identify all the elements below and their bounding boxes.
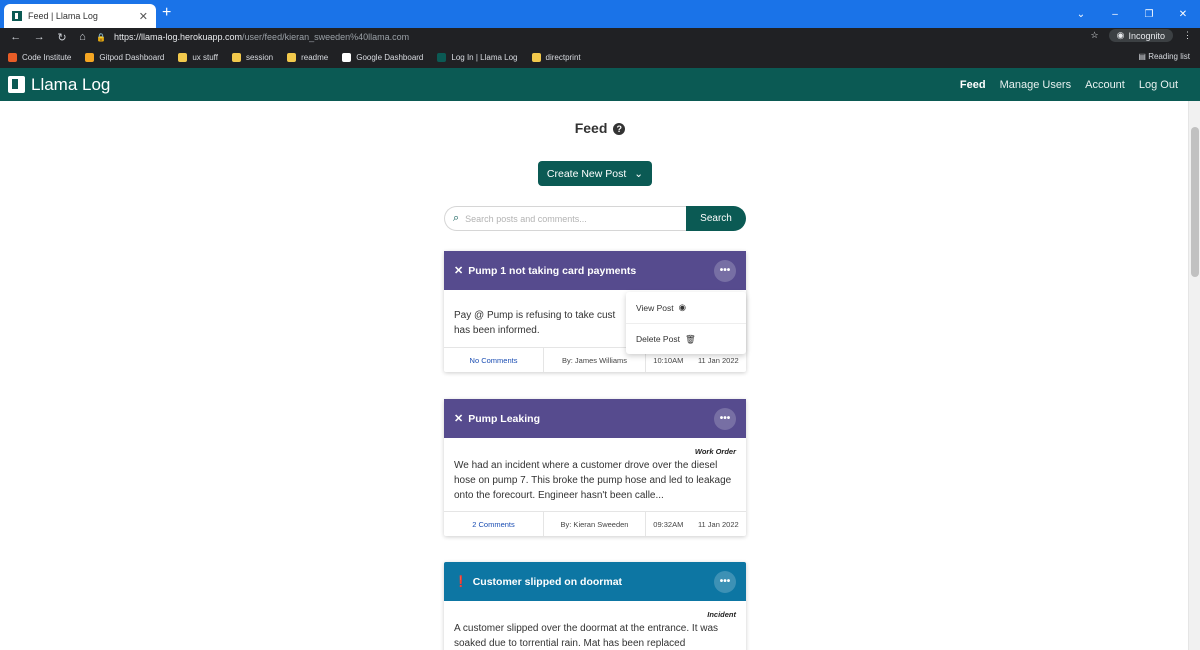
nav-logout[interactable]: Log Out	[1139, 79, 1178, 91]
window-controls: ⌄ – ❐ ✕	[1064, 0, 1200, 28]
forward-icon[interactable]: →	[34, 31, 45, 44]
folder-icon	[531, 52, 541, 62]
post-body: Work Order We had an incident where a cu…	[444, 438, 746, 511]
alert-icon: ❗	[454, 576, 468, 588]
url-host: https://llama-log.herokuapp.com	[113, 32, 243, 42]
post-text: We had an incident where a customer drov…	[454, 460, 732, 501]
bookmark-item[interactable]: Google Dashboard	[342, 52, 423, 62]
search-icon: ⌕	[453, 212, 460, 224]
minimize-icon[interactable]: –	[1098, 9, 1132, 20]
post-footer: 2 Comments By: Kieran Sweeden 09:32AM 11…	[444, 511, 746, 536]
restore-icon[interactable]: ❐	[1132, 9, 1166, 20]
tools-icon: ✕	[454, 265, 464, 277]
post-header: ✕ Pump Leaking •••	[444, 399, 746, 438]
bookmark-star-icon[interactable]: ☆	[1091, 30, 1099, 41]
incognito-icon: ◉	[1116, 30, 1125, 40]
bookmark-item[interactable]: session	[231, 52, 273, 62]
create-new-post-button[interactable]: Create New Post ⌄	[538, 161, 652, 186]
llama-log-favicon-icon	[12, 11, 22, 21]
nav-links: Feed Manage Users Account Log Out	[960, 68, 1178, 101]
url-field[interactable]: 🔒 https://llama-log.herokuapp.com /user/…	[90, 30, 1110, 44]
gitpod-icon	[85, 52, 95, 62]
comments-link[interactable]: 2 Comments	[444, 512, 544, 536]
view-post-menu-item[interactable]: View Post ◉	[626, 292, 746, 323]
nav-account[interactable]: Account	[1085, 79, 1125, 91]
tools-icon: ✕	[454, 413, 464, 425]
address-bar-actions: ☆ ◉ Incognito ⋮	[1091, 29, 1192, 42]
post-type: Incident	[707, 610, 736, 619]
brand-name: Llama Log	[31, 74, 111, 94]
nav-manage-users[interactable]: Manage Users	[1000, 79, 1072, 91]
browser-nav: ← → ↻ ⌂	[0, 31, 92, 44]
post-card: ✕ Pump Leaking ••• Work Order We had an …	[444, 399, 746, 536]
browser-tab[interactable]: Feed | Llama Log ✕	[4, 4, 156, 28]
post-date: 11 Jan 2022	[697, 519, 739, 529]
delete-post-menu-item[interactable]: Delete Post 🗑	[626, 323, 746, 354]
eye-icon: ◉	[678, 302, 687, 312]
bookmark-item[interactable]: directprint	[531, 52, 581, 62]
post-title: Pump Leaking	[468, 412, 540, 425]
post-text: A customer slipped over the doormat at t…	[454, 623, 719, 649]
google-icon	[342, 52, 352, 62]
comments-link[interactable]: No Comments	[444, 348, 544, 372]
trash-icon: 🗑	[684, 333, 696, 344]
page-title: Feed ?	[0, 120, 1200, 136]
post-body: Incident A customer slipped over the doo…	[444, 601, 746, 650]
address-bar-row: ← → ↻ ⌂ 🔒 https://llama-log.herokuapp.co…	[0, 28, 1200, 46]
help-icon[interactable]: ?	[613, 123, 626, 135]
folder-icon	[178, 52, 188, 62]
folder-icon	[287, 52, 297, 62]
new-tab-icon[interactable]: +	[162, 5, 171, 21]
close-window-icon[interactable]: ✕	[1166, 9, 1200, 20]
page-scrollbar[interactable]	[1188, 101, 1200, 650]
post-card: ❗ Customer slipped on doormat ••• Incide…	[444, 562, 746, 650]
post-title: Pump 1 not taking card payments	[468, 264, 637, 277]
code-institute-icon	[8, 52, 17, 62]
post-type: Work Order	[694, 447, 736, 456]
chevron-down-icon: ⌄	[634, 167, 644, 180]
post-title: Customer slipped on doormat	[472, 575, 623, 588]
llama-log-icon	[437, 52, 447, 62]
post-options-button[interactable]: •••	[714, 570, 736, 593]
close-tab-icon[interactable]: ✕	[139, 10, 148, 23]
post-options-menu: View Post ◉ Delete Post 🗑	[626, 292, 746, 354]
bookmark-item[interactable]: readme	[287, 52, 328, 62]
post-options-button[interactable]: •••	[714, 407, 736, 430]
post-options-button[interactable]: •••	[714, 259, 736, 282]
tab-search-icon[interactable]: ⌄	[1064, 9, 1098, 20]
browser-tab-bar: Feed | Llama Log ✕ + ⌄ – ❐ ✕	[0, 0, 1200, 28]
home-icon[interactable]: ⌂	[79, 31, 86, 44]
bookmarks-bar: Code Institute Gitpod Dashboard ux stuff…	[0, 46, 1200, 68]
browser-menu-icon[interactable]: ⋮	[1183, 30, 1192, 41]
post-author: By: Kieran Sweeden	[544, 512, 646, 536]
incognito-badge[interactable]: ◉ Incognito	[1108, 29, 1173, 42]
bookmark-item[interactable]: Gitpod Dashboard	[85, 52, 164, 62]
folder-icon	[231, 52, 241, 62]
search-input[interactable]: ⌕ Search posts and comments...	[444, 206, 686, 231]
brand-link[interactable]: Llama Log	[8, 75, 110, 95]
post-header: ✕ Pump 1 not taking card payments •••	[444, 251, 746, 290]
post-timestamp: 09:32AM 11 Jan 2022	[646, 512, 746, 536]
post-date: 11 Jan 2022	[697, 355, 739, 365]
incognito-label: Incognito	[1128, 30, 1165, 41]
nav-feed[interactable]: Feed	[960, 79, 986, 91]
post-time: 10:10AM	[653, 355, 684, 365]
llama-logo-icon	[8, 76, 25, 93]
post-time: 09:32AM	[653, 519, 684, 529]
search-button[interactable]: Search	[686, 206, 746, 231]
search-form: ⌕ Search posts and comments... Search	[444, 206, 746, 231]
back-icon[interactable]: ←	[10, 31, 21, 44]
reading-list[interactable]: ▤ Reading list	[1138, 52, 1190, 61]
lock-icon: 🔒	[96, 32, 106, 42]
url-path: /user/feed/kieran_sweeden%40llama.com	[242, 32, 410, 42]
post-header: ❗ Customer slipped on doormat •••	[444, 562, 746, 601]
bookmark-item[interactable]: Log In | Llama Log	[437, 52, 518, 62]
bookmark-item[interactable]: Code Institute	[8, 52, 71, 62]
reading-list-icon: ▤	[1138, 52, 1149, 61]
reload-icon[interactable]: ↻	[57, 31, 66, 44]
browser-tab-title: Feed | Llama Log	[28, 11, 98, 21]
app-navbar: Llama Log Feed Manage Users Account Log …	[0, 68, 1200, 101]
bookmark-item[interactable]: ux stuff	[178, 52, 218, 62]
scrollbar-thumb[interactable]	[1191, 127, 1199, 277]
